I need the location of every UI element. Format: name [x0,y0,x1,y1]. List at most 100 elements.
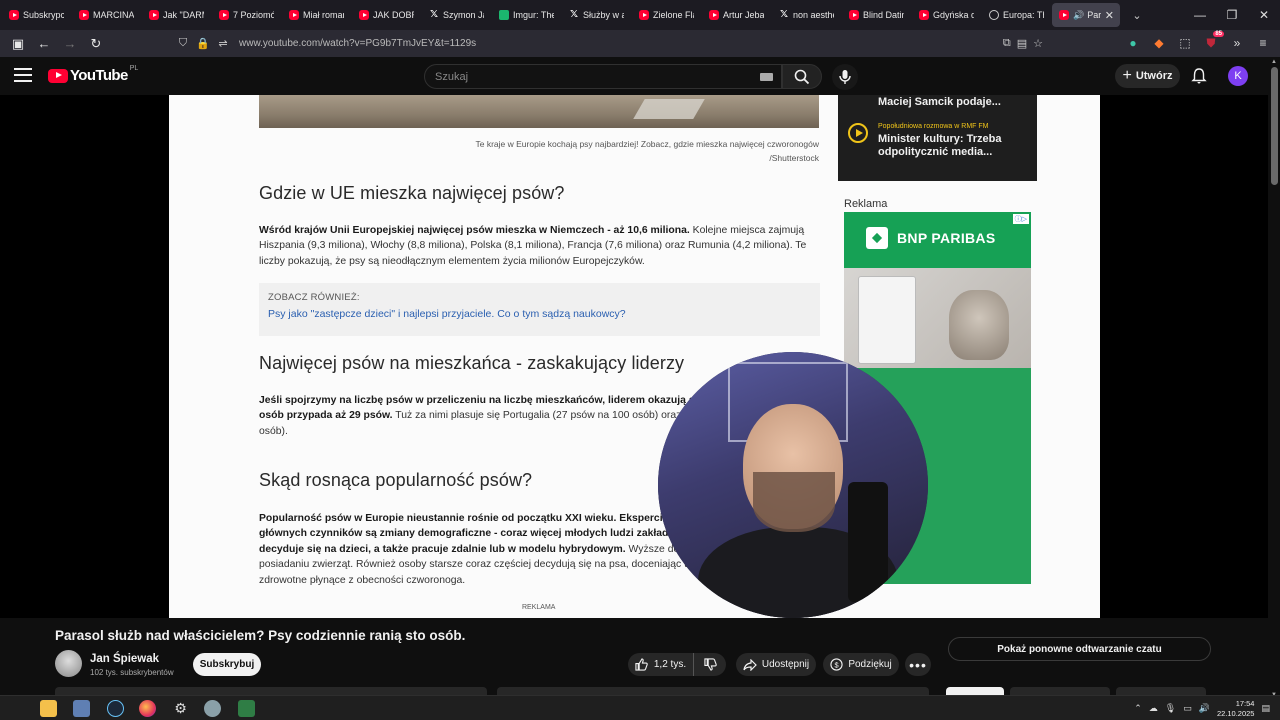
chip-all-peek[interactable] [946,687,1004,695]
browser-tab[interactable]: Blind Dating [840,0,910,30]
account-avatar[interactable]: K [1228,66,1248,86]
dislike-button[interactable] [694,653,726,676]
url-text[interactable]: www.youtube.com/watch?v=PG9b7TmJvEY&t=11… [239,38,476,49]
maximize-icon[interactable]: ❐ [1216,0,1248,30]
share-button[interactable]: Udostępnij [736,653,816,676]
browser-tab[interactable]: Artur Jebak [700,0,770,30]
search-button[interactable] [782,64,822,89]
subscriber-count: 102 tys. subskrybentów [90,668,174,677]
monitor-app-icon[interactable] [73,700,90,717]
scrollbar-thumb[interactable] [1271,67,1278,185]
video-player[interactable]: Te kraje w Europie kochają psy najbardzi… [0,95,1268,618]
like-button[interactable]: 1,2 tys. [628,653,694,676]
channel-name[interactable]: Jan Śpiewak [90,653,159,665]
notifications-bell-icon[interactable] [1190,67,1208,85]
cloud-icon[interactable]: ☁ [1149,703,1158,714]
microphone-image [848,482,888,602]
close-tab-icon[interactable]: ✕ [1105,9,1114,22]
more-actions-button[interactable]: ••• [905,653,931,676]
browser-tab[interactable]: Miał roman [280,0,350,30]
create-button[interactable]: + Utwórz [1115,64,1180,88]
address-bar[interactable]: ⛉ 🔒 ⇌ www.youtube.com/watch?v=PG9b7TmJvE… [175,33,1053,54]
steam-icon[interactable] [107,700,124,717]
chip-peek[interactable] [1116,687,1206,695]
see-also-box: ZOBACZ RÓWNIEŻ: Psy jako "zastępcze dzie… [259,283,820,336]
show-chat-replay-button[interactable]: Pokaż ponowne odtwarzanie czatu [948,637,1211,661]
settings-gear-icon[interactable]: ⚙ [172,700,189,717]
minimize-icon[interactable]: — [1184,0,1216,30]
share-icon [743,658,757,671]
browser-tab[interactable]: MARCINA Z [70,0,140,30]
thanks-button[interactable]: $ Podziękuj [823,653,899,676]
vpn-extension-icon[interactable]: ● [1122,33,1144,53]
keyboard-icon[interactable] [760,73,773,81]
browser-tab[interactable]: 𝕏Szymon Jad [420,0,490,30]
clock[interactable]: 17:54 22.10.2025 [1217,699,1255,719]
youtube-icon [359,10,369,20]
notification-center-icon[interactable]: ▤ [1261,703,1270,714]
ublock-extension-icon[interactable]: ⛊ 85 [1200,31,1224,53]
browser-tab[interactable]: Gdyńska dr [910,0,980,30]
page-scrollbar[interactable]: ▲ ▼ [1268,57,1280,700]
lock-icon[interactable]: 🔒 [195,37,211,50]
ad-cat-image [949,290,1009,360]
imgur-icon [499,10,509,20]
list-tabs-icon[interactable]: ⌄ [1122,0,1152,30]
browser-tab-active[interactable]: 🔊Paras✕ [1052,3,1120,27]
browser-tab[interactable]: 𝕏Służby w ak [560,0,630,30]
chip-peek[interactable] [1010,687,1110,695]
shield-icon[interactable]: ⛉ [175,37,191,50]
channel-avatar[interactable] [55,650,82,677]
fox-extension-icon[interactable]: ◆ [1148,33,1170,53]
subscribe-button[interactable]: Subskrybuj [193,653,261,676]
reader-view-icon[interactable]: ▤ [1017,37,1027,50]
calculator-icon[interactable] [238,700,255,717]
mic-tray-icon[interactable]: 🎙 [1165,703,1176,714]
menu-icon[interactable]: ≡ [1252,33,1274,53]
display-icon[interactable]: ▭ [1183,703,1192,714]
youtube-icon [849,10,859,20]
hamburger-menu-icon[interactable] [14,68,34,84]
browser-tab[interactable]: 7 Poziomów [210,0,280,30]
browser-tab[interactable]: Zielone Flag [630,0,700,30]
forward-icon[interactable]: → [58,33,82,55]
browser-tab[interactable]: Jak "DARM [140,0,210,30]
file-explorer-icon[interactable] [40,700,57,717]
firefox-icon[interactable] [139,700,156,717]
ad-marker: REKLAMA [522,604,556,611]
voice-search-button[interactable] [832,64,858,90]
globe-icon [989,10,999,20]
browser-tab[interactable]: JAK DOBRZ [350,0,420,30]
youtube-icon [289,10,299,20]
browser-tab[interactable]: 𝕏non aesthet [770,0,840,30]
video-title: Parasol służb nad właścicielem? Psy codz… [55,628,466,643]
tray-chevron-icon[interactable]: ⌃ [1134,703,1142,714]
scroll-up-icon[interactable]: ▲ [1271,59,1277,65]
sidebar-toggle-icon[interactable]: ▣ [6,33,30,55]
youtube-icon [709,10,719,20]
close-window-icon[interactable]: ✕ [1248,0,1280,30]
more-horizontal-icon: ••• [909,656,927,673]
volume-icon[interactable]: 🔊 [1199,703,1210,714]
site-permissions-icon[interactable]: ⇌ [215,37,231,50]
youtube-icon [9,10,19,20]
see-also-link: Psy jako "zastępcze dzieci" i najlepsi p… [268,308,626,320]
youtube-logo[interactable]: YouTube PL [48,65,138,84]
search-input[interactable]: Szukaj [424,64,782,89]
bookmark-star-icon[interactable]: ☆ [1033,37,1043,50]
plus-icon: + [1122,67,1132,84]
svg-text:$: $ [835,660,839,669]
app-icon[interactable] [204,700,221,717]
reload-icon[interactable]: ↻ [84,33,108,55]
x-icon: 𝕏 [779,9,789,20]
browser-tab[interactable]: Subskrypcje [0,0,70,30]
back-icon[interactable]: ← [32,33,56,55]
picture-in-picture-icon[interactable]: ⧉ [1003,37,1011,50]
speaker-icon[interactable]: 🔊 [1073,10,1084,21]
article-heading-1: Gdzie w UE mieszka najwięcej psów? [259,183,565,203]
browser-tab[interactable]: Imgur: The [490,0,560,30]
browser-tab[interactable]: Europa: The [980,0,1050,30]
overflow-chevron-icon[interactable]: » [1226,33,1248,53]
extensions-icon[interactable]: ⬚ [1174,33,1196,53]
microphone-icon [839,70,851,84]
